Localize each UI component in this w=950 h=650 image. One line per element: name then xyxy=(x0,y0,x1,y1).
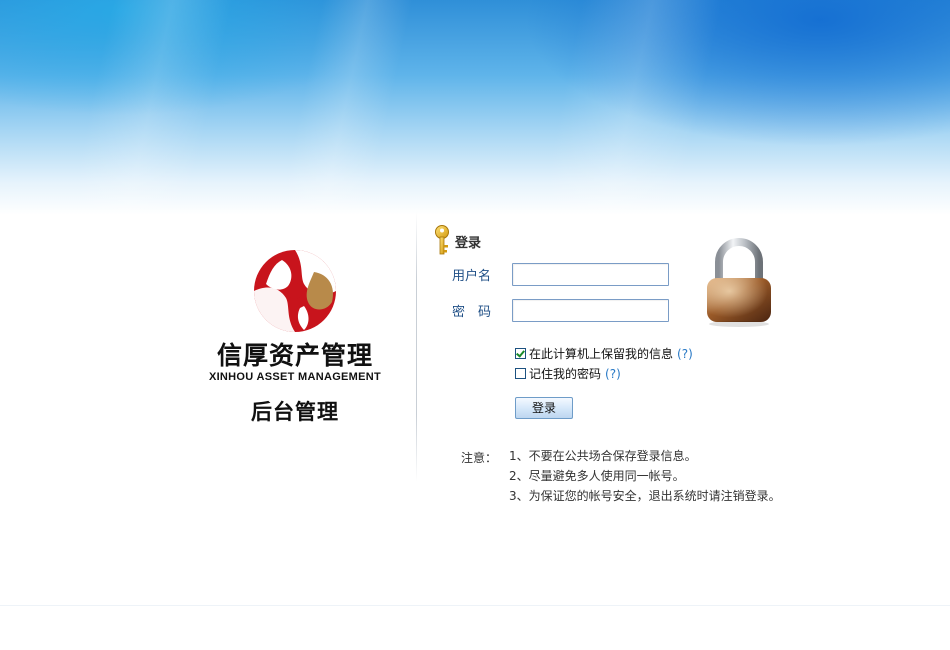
remember-info-option[interactable]: 在此计算机上保留我的信息 (?) xyxy=(515,345,693,362)
password-row: 密 码 xyxy=(452,299,669,322)
login-header: 登录 xyxy=(433,225,481,257)
login-title: 登录 xyxy=(455,235,482,251)
brand-subtitle: 后台管理 xyxy=(251,400,339,424)
banner-light-streak xyxy=(67,0,233,215)
notes-item: 3、为保证您的帐号安全，退出系统时请注销登录。 xyxy=(509,489,781,503)
notes-label: 注意： xyxy=(461,451,498,465)
banner-light-streak xyxy=(277,0,413,215)
vertical-divider xyxy=(416,212,417,482)
key-icon xyxy=(435,225,449,255)
password-label: 密 码 xyxy=(452,305,492,320)
notes-item: 2、尽量避免多人使用同一帐号。 xyxy=(509,469,685,483)
remember-password-label[interactable]: 记住我的密码 xyxy=(529,365,601,382)
xinhou-logo xyxy=(254,250,336,332)
remember-password-option[interactable]: 记住我的密码 (?) xyxy=(515,365,621,382)
padlock-icon xyxy=(707,238,771,327)
remember-info-label[interactable]: 在此计算机上保留我的信息 xyxy=(529,345,673,362)
remember-info-help-link[interactable]: (?) xyxy=(677,347,693,361)
brand-name-cn: 信厚资产管理 xyxy=(216,341,373,370)
remember-info-checkbox[interactable] xyxy=(515,348,526,359)
username-label: 用户名 xyxy=(452,269,492,284)
notes-item: 1、不要在公共场合保存登录信息。 xyxy=(509,449,697,463)
banner-light-streak xyxy=(537,0,723,215)
username-row: 用户名 xyxy=(452,263,669,286)
login-button[interactable]: 登录 xyxy=(515,397,573,419)
username-input[interactable] xyxy=(512,263,669,286)
brand-block: 信厚资产管理 XINHOU ASSET MANAGEMENT 后台管理 xyxy=(200,248,390,426)
remember-password-help-link[interactable]: (?) xyxy=(605,367,621,381)
brand-name-en: XINHOU ASSET MANAGEMENT xyxy=(208,371,382,383)
password-input[interactable] xyxy=(512,299,669,322)
header-banner xyxy=(0,0,950,215)
remember-password-checkbox[interactable] xyxy=(515,368,526,379)
footer-divider xyxy=(0,605,950,606)
